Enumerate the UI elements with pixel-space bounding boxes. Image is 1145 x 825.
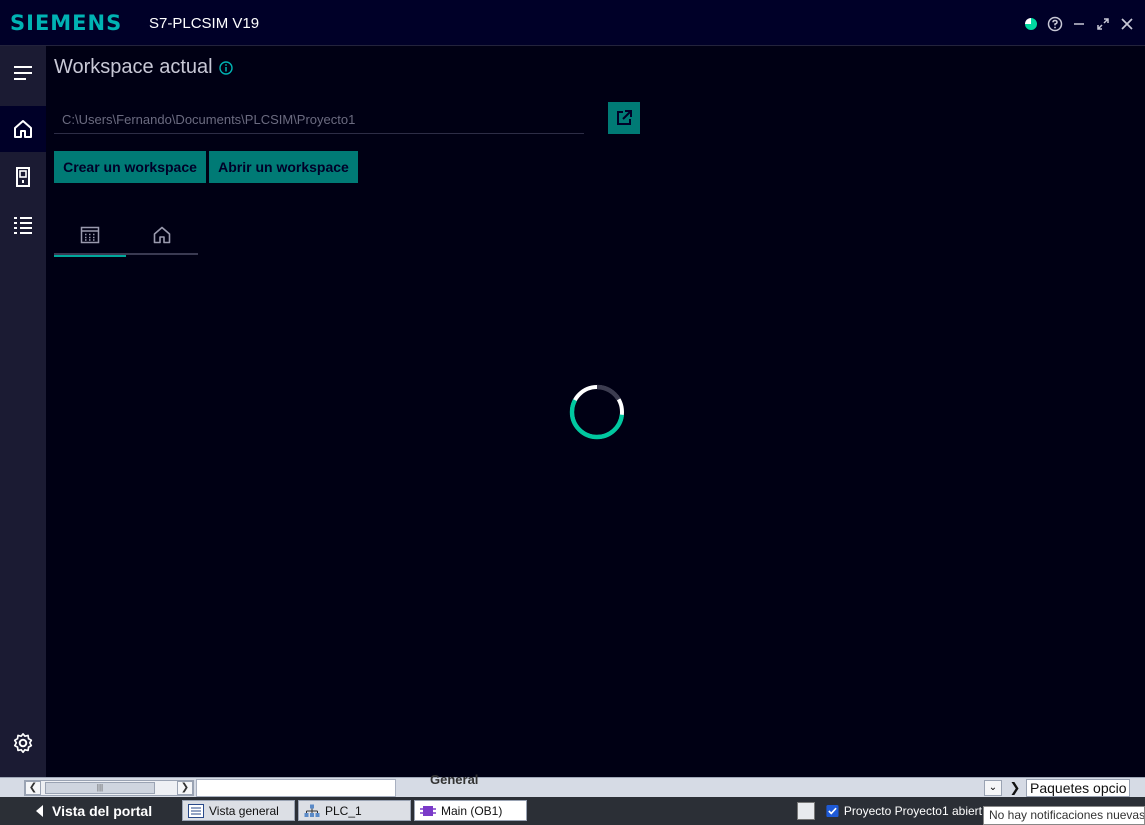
workspace-path-input[interactable] [54,106,584,134]
settings-button[interactable] [0,720,46,766]
tia-taskbar: Vista del portal Vista general PLC_1 Mai… [0,797,1145,825]
menu-button[interactable] [0,50,46,96]
info-icon[interactable] [218,60,233,75]
task-tab-plc[interactable]: PLC_1 [298,800,411,821]
gear-icon [13,733,33,754]
checkmark-icon [826,804,839,818]
create-workspace-button[interactable]: Crear un workspace [54,151,206,183]
task-tab-label: Main (OB1) [441,803,503,818]
external-link-icon [617,110,632,125]
task-tab-vista-general[interactable]: Vista general [182,800,295,821]
view-tabs [54,214,198,257]
status-text: Proyecto Proyecto1 abiert [843,804,982,818]
siemens-logo: SIEMENS [10,11,123,35]
task-tab-label: Vista general [209,803,279,818]
horizontal-scrollbar[interactable]: ❮ ||| ❯ [24,780,194,796]
task-tab-main-ob1[interactable]: Main (OB1) [414,800,527,821]
paquetes-opcionales-field[interactable]: Paquetes opcio [1026,779,1130,797]
home-icon [14,120,32,138]
open-workspace-button[interactable]: Abrir un workspace [209,151,358,183]
portal-view-button[interactable]: Vista del portal [36,803,152,819]
minimize-icon[interactable] [1069,14,1089,34]
scroll-left-icon[interactable]: ❮ [25,781,41,795]
workspace-title: Workspace actual [54,56,213,78]
device-nav-button[interactable] [0,154,46,200]
network-icon [304,804,320,817]
grid-icon [80,226,100,243]
chevron-right-icon[interactable]: ❯ [1006,779,1024,797]
overview-icon [188,803,204,818]
status-message: Proyecto Proyecto1 abiert [826,803,982,819]
device-icon [16,167,30,187]
scroll-right-icon[interactable]: ❯ [177,781,193,795]
loading-spinner-icon [569,384,625,440]
inspector-pane [196,779,396,797]
tab-grid-view[interactable] [54,214,126,257]
chevron-down-icon[interactable]: ⌄ [984,780,1002,796]
block-icon [420,805,436,816]
portal-view-label: Vista del portal [52,803,153,819]
window-controls [1021,14,1137,34]
title-bar: SIEMENS S7-PLCSIM V19 [0,0,1145,46]
maximize-icon[interactable] [1093,14,1113,34]
task-tab-label: PLC_1 [325,803,362,818]
workspace-panel: Workspace actual Crear un workspace Abri… [46,46,1145,777]
notification-tooltip: No hay notificaciones nuevas [983,806,1145,825]
hamburger-icon [14,66,32,80]
general-tab[interactable]: General [430,772,478,787]
status-icon[interactable] [1021,14,1041,34]
home-icon [153,226,171,243]
tia-inspector-strip: ❮ ||| ❯ General ⌄ ❯ Paquetes opcio [0,772,1145,797]
home-nav-button[interactable] [0,106,46,152]
scroll-thumb[interactable]: ||| [45,782,155,794]
close-icon[interactable] [1117,14,1137,34]
caret-left-icon [36,805,43,817]
help-icon[interactable] [1045,14,1065,34]
open-external-button[interactable] [608,102,640,134]
app-title: S7-PLCSIM V19 [149,15,260,32]
side-rail [0,46,46,777]
list-icon [14,217,32,234]
task-overview-icon[interactable] [797,802,815,820]
tab-home-view[interactable] [126,214,198,255]
list-nav-button[interactable] [0,202,46,248]
page-title: Workspace actual [54,56,233,79]
